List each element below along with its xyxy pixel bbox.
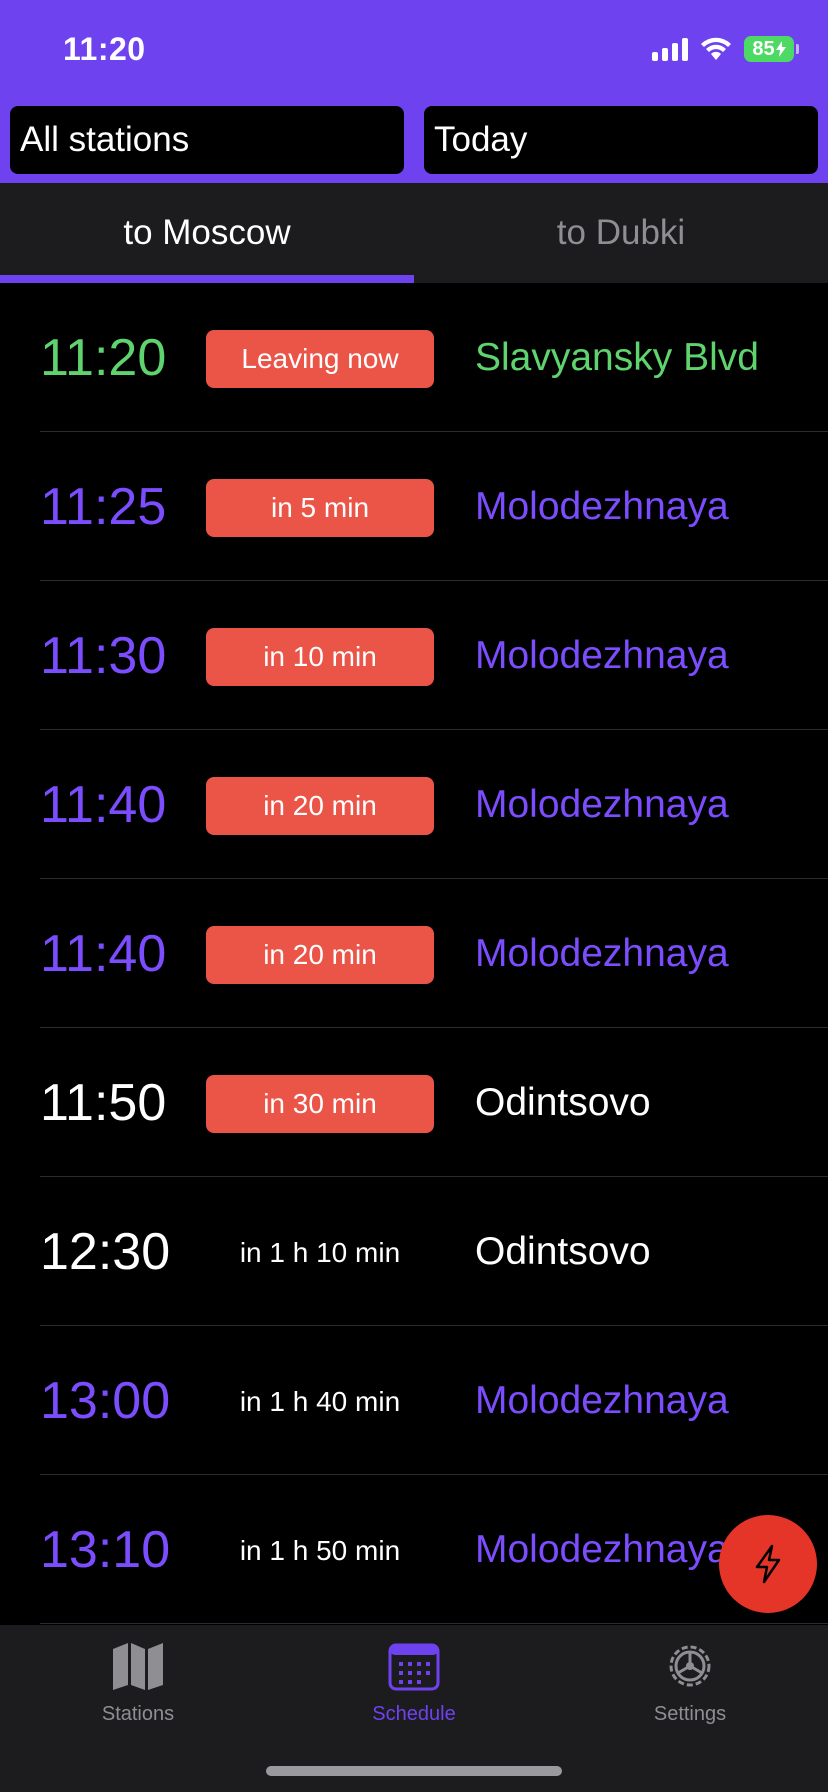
destination: Molodezhnaya — [475, 782, 729, 826]
departure-row[interactable]: 11:25 in 5 min Molodezhnaya — [0, 432, 828, 581]
gear-icon — [669, 1645, 711, 1687]
destination: Odintsovo — [475, 1229, 651, 1273]
departure-time: 11:30 — [40, 626, 167, 685]
station-selector[interactable]: All stations — [10, 106, 404, 174]
destination: Molodezhnaya — [475, 633, 729, 677]
departure-row[interactable]: 13:10 in 1 h 50 min Molodezhnaya — [0, 1475, 828, 1624]
wifi-icon — [701, 37, 731, 60]
status-icons: 85 — [652, 34, 799, 64]
map-icon — [113, 1643, 163, 1690]
header: 11:20 85 All stations Today — [0, 0, 828, 183]
quick-action-button[interactable] — [719, 1515, 817, 1613]
departure-list: 11:20 Leaving now Slavyansky Blvd 11:25 … — [0, 283, 828, 1624]
departure-row[interactable]: 11:20 Leaving now Slavyansky Blvd — [0, 283, 828, 432]
destination: Slavyansky Blvd — [475, 335, 759, 379]
eta-text: in 1 h 50 min — [239, 1535, 401, 1566]
home-indicator[interactable] — [266, 1766, 562, 1776]
eta-badge: in 20 min — [206, 926, 434, 984]
departure-row[interactable]: 12:30 in 1 h 10 min Odintsovo — [0, 1177, 828, 1326]
eta-badge: in 5 min — [206, 479, 434, 537]
departure-time: 13:00 — [40, 1371, 171, 1430]
eta-badge: Leaving now — [206, 330, 434, 388]
departure-row[interactable]: 11:40 in 20 min Molodezhnaya — [0, 879, 828, 1028]
destination: Molodezhnaya — [475, 1527, 729, 1571]
tabbar-label: Schedule — [372, 1703, 456, 1725]
lightning-icon — [755, 1544, 781, 1584]
tabbar-schedule[interactable]: Schedule — [276, 1625, 552, 1735]
departure-row[interactable]: 13:00 in 1 h 40 min Molodezhnaya — [0, 1326, 828, 1475]
app: 11:20 85 All stations Today to Moscow to… — [0, 0, 828, 1792]
charging-bolt-icon — [775, 41, 786, 57]
eta-text: in 1 h 40 min — [239, 1386, 401, 1417]
departure-time: 13:10 — [40, 1520, 171, 1579]
departure-time: 11:20 — [40, 328, 167, 387]
eta-badge: in 30 min — [206, 1075, 434, 1133]
departure-row[interactable]: 11:30 in 10 min Molodezhnaya — [0, 581, 828, 730]
tab-to-moscow[interactable]: to Moscow — [0, 183, 414, 283]
tab-to-dubki[interactable]: to Dubki — [414, 183, 828, 283]
destination: Odintsovo — [475, 1080, 651, 1124]
departure-time: 12:30 — [40, 1222, 171, 1281]
date-selector[interactable]: Today — [424, 106, 818, 174]
tabbar-stations[interactable]: Stations — [0, 1625, 276, 1735]
departure-time: 11:40 — [40, 924, 167, 983]
departure-row[interactable]: 11:40 in 20 min Molodezhnaya — [0, 730, 828, 879]
battery-icon: 85 — [744, 36, 799, 62]
destination: Molodezhnaya — [475, 931, 729, 975]
departure-time: 11:50 — [40, 1073, 167, 1132]
eta-badge: in 20 min — [206, 777, 434, 835]
tabbar-label: Stations — [101, 1703, 175, 1725]
tabbar-settings[interactable]: Settings — [552, 1625, 828, 1735]
departure-time: 11:25 — [40, 477, 167, 536]
departure-row[interactable]: 11:50 in 30 min Odintsovo — [0, 1028, 828, 1177]
eta-text: in 1 h 10 min — [239, 1237, 401, 1268]
status-time: 11:20 — [63, 31, 146, 67]
tabbar-label: Settings — [653, 1703, 727, 1725]
direction-tabs: to Moscow to Dubki — [0, 183, 828, 283]
signal-icon — [652, 37, 688, 61]
battery-level: 85 — [752, 37, 775, 60]
eta-badge: in 10 min — [206, 628, 434, 686]
destination: Molodezhnaya — [475, 484, 729, 528]
calendar-icon — [388, 1643, 440, 1691]
destination: Molodezhnaya — [475, 1378, 729, 1422]
departure-time: 11:40 — [40, 775, 167, 834]
